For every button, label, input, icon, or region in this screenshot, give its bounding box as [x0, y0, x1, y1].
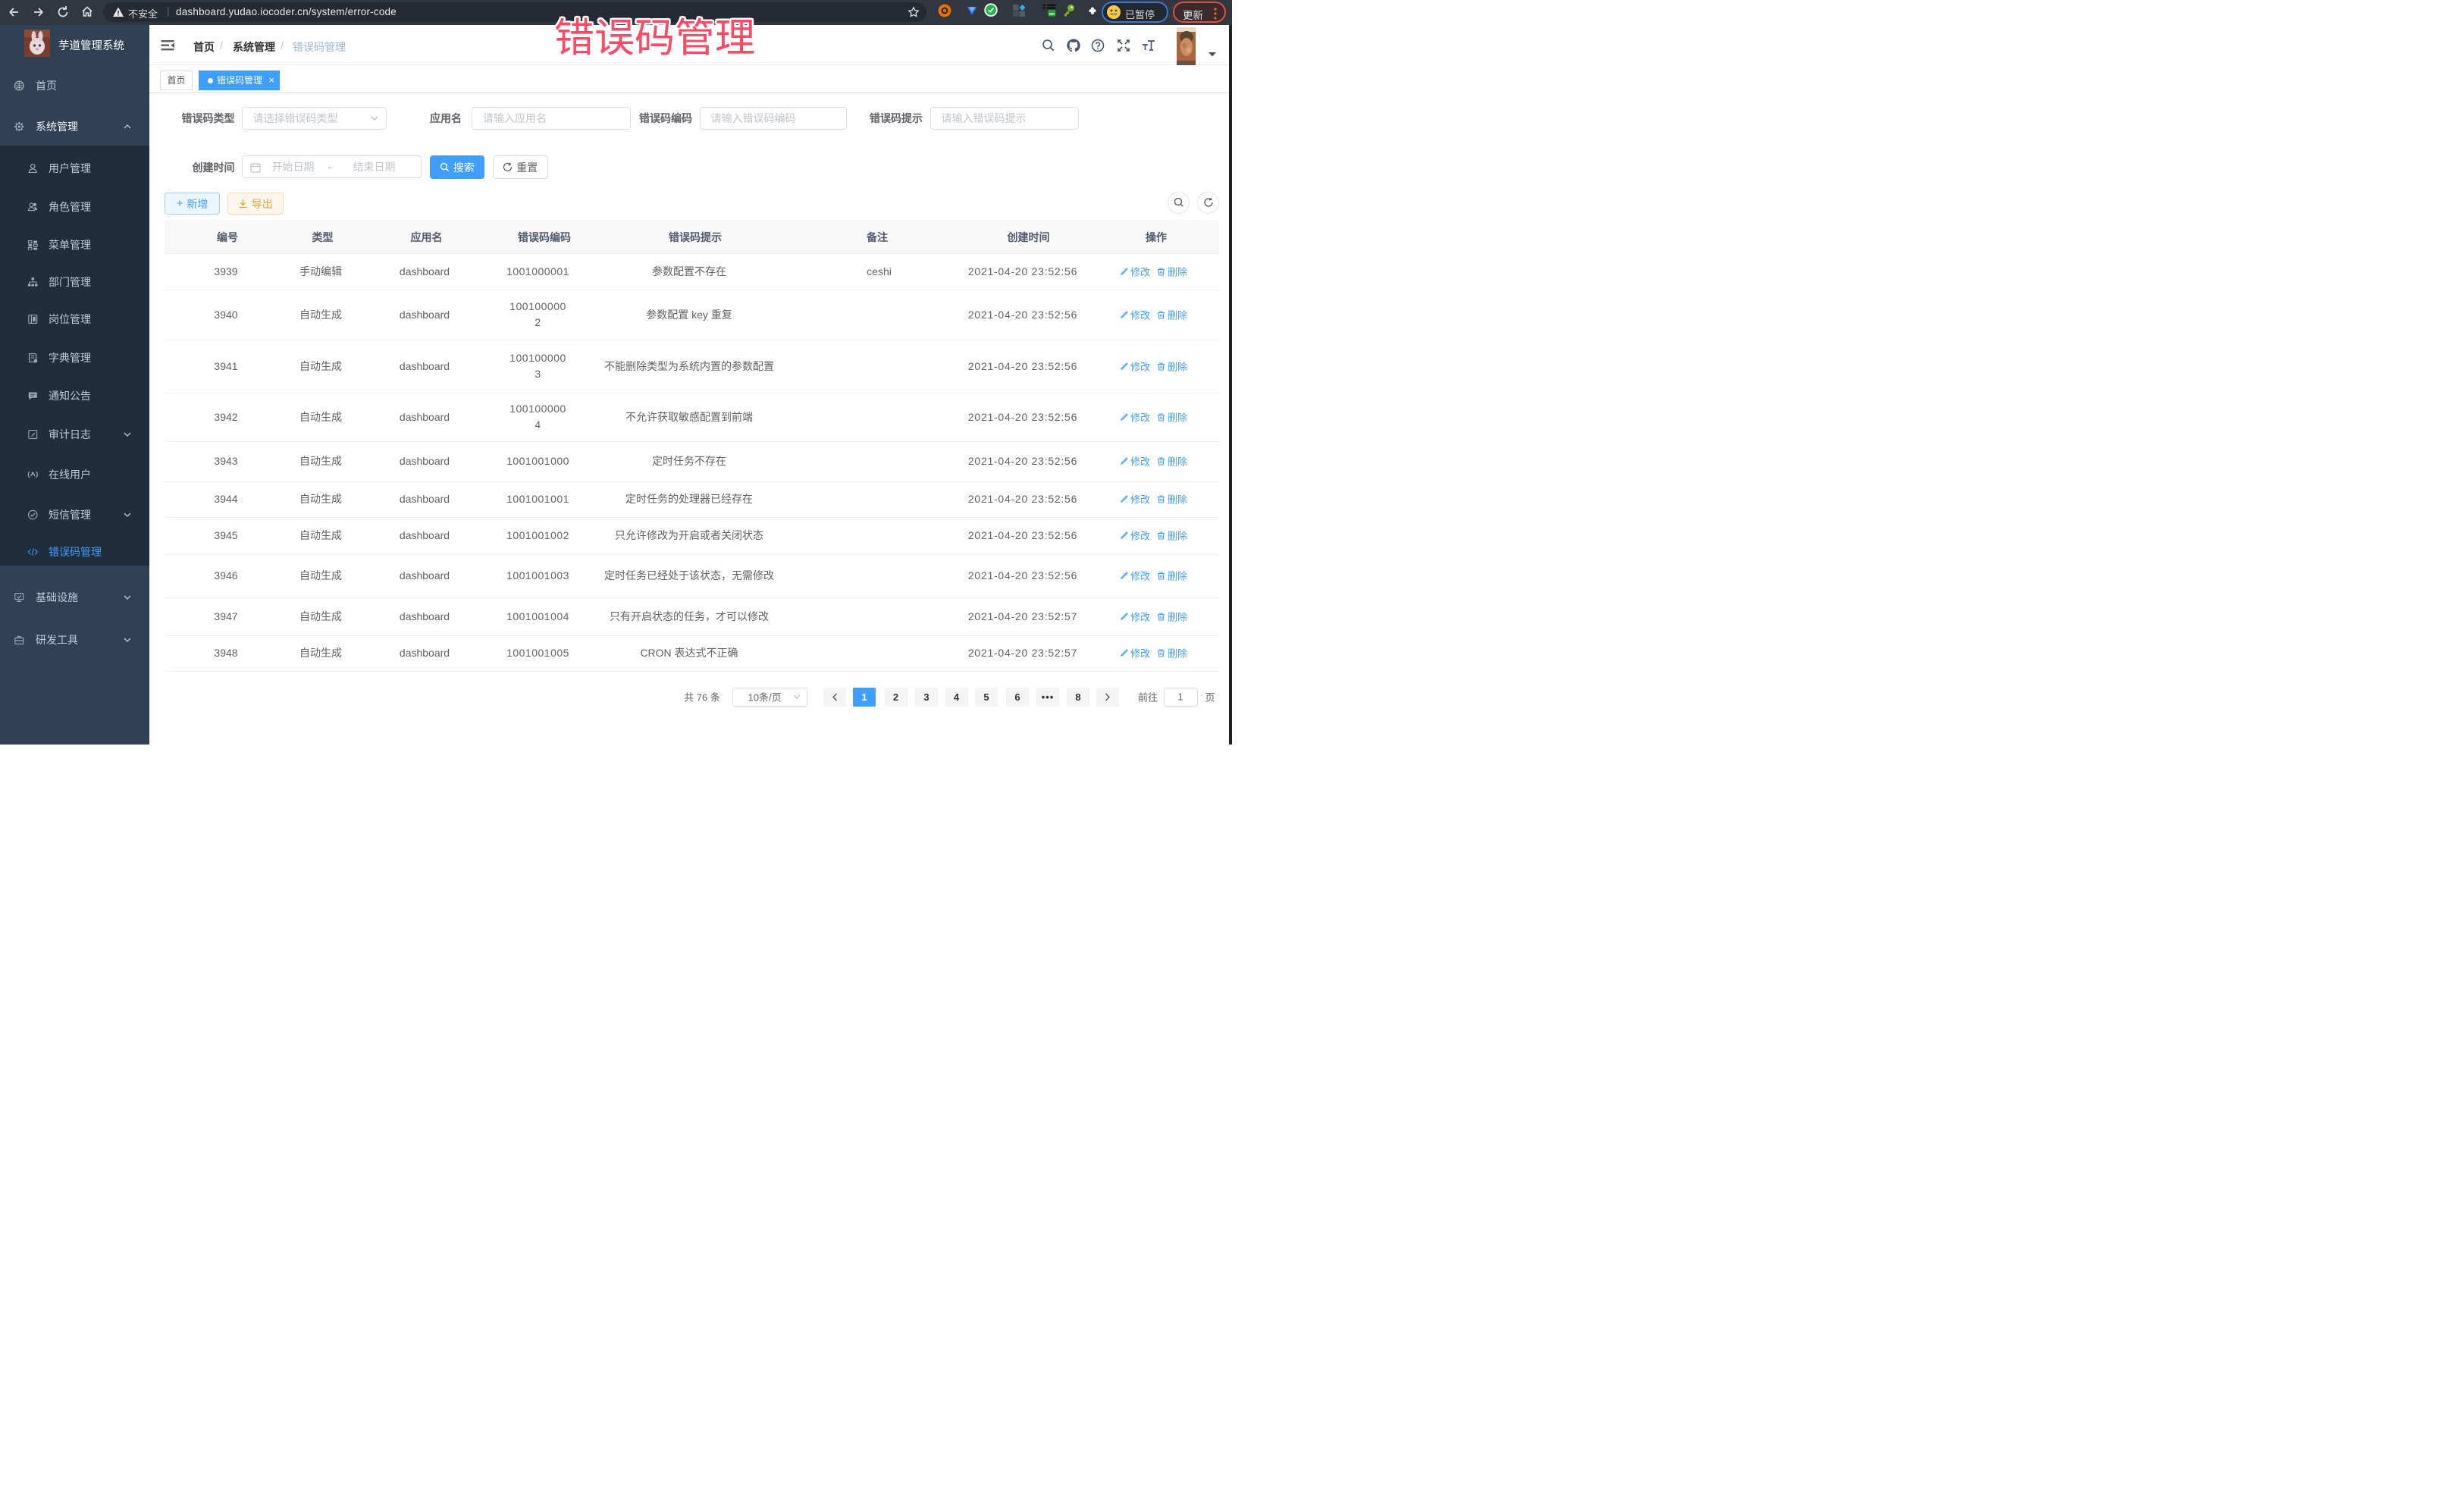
svg-text:on: on [1049, 12, 1055, 17]
